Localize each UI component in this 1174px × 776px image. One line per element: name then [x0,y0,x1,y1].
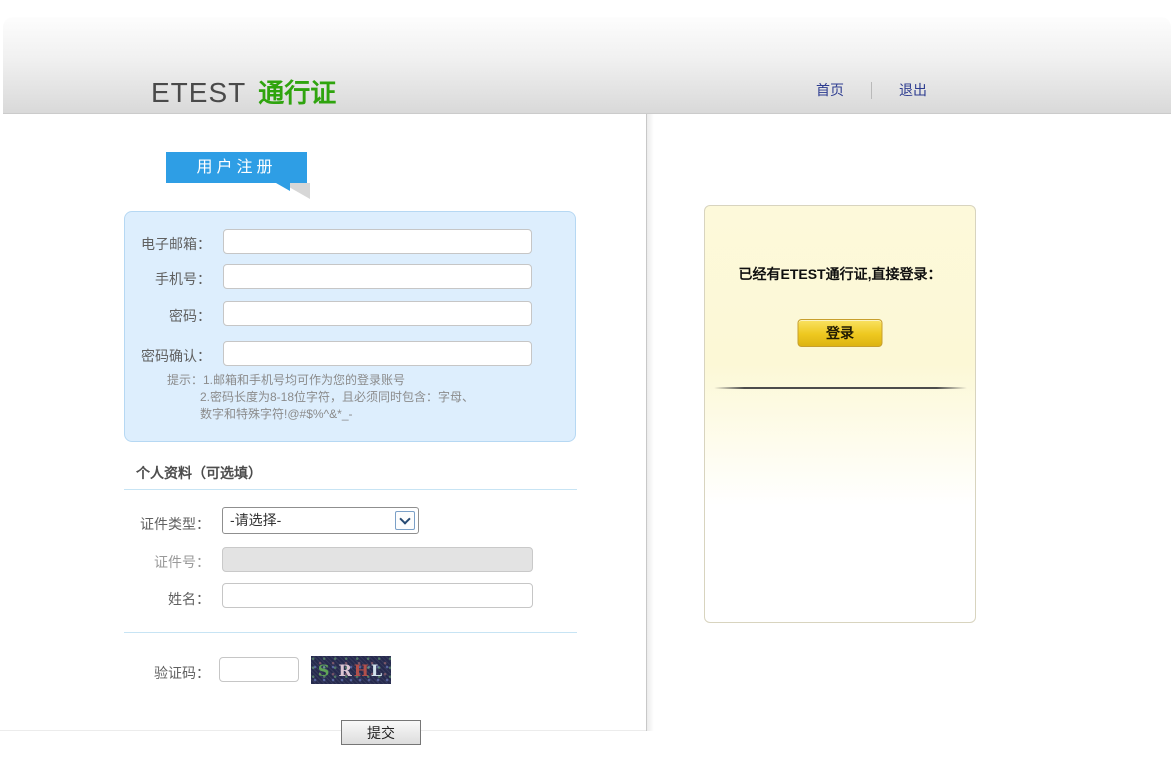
phone-input[interactable] [223,264,532,289]
register-tab-tail [276,183,290,191]
top-nav: 首页 退出 [816,80,927,100]
etest-registration-page: ETEST 通行证 首页 退出 用户注册 电子邮箱： 手机号： 密码： 密码确认… [0,0,1174,776]
register-tab: 用户注册 [166,152,307,183]
register-tab-label: 用户注册 [196,159,277,176]
captcha-label: 验证码： [154,665,210,681]
tips-line-1: 提示：1.邮箱和手机号均可作为您的登录账号 [167,373,406,387]
chevron-down-icon [395,511,415,530]
captcha-input[interactable] [219,657,299,682]
captcha-letter-2: R [338,660,354,680]
id-number-label: 证件号： [154,554,210,570]
login-button[interactable]: 登录 [797,319,883,347]
login-panel-divider [714,387,967,389]
email-input[interactable] [223,229,532,254]
personal-section-divider-top [124,489,577,490]
tips-line-3: 数字和特殊字符!@#$%^&*_- [200,407,353,421]
logo-pass-text: 通行证 [258,78,337,108]
column-divider [646,114,654,731]
id-type-selected-value: -请选择- [230,512,282,528]
tips-line-2: 2.密码长度为8-18位字符，且必须同时包含：字母、 [200,390,475,404]
captcha-image[interactable]: SRHL [311,656,391,684]
captcha-letter-3: H [353,660,371,680]
email-label: 电子邮箱： [141,236,211,252]
id-type-label: 证件类型： [140,516,210,532]
phone-label: 手机号： [155,271,211,287]
id-type-select[interactable]: -请选择- [222,507,419,534]
login-prompt: 已经有ETEST通行证,直接登录： [738,266,942,282]
nav-logout-link[interactable]: 退出 [899,80,927,100]
captcha-letter-4: L [370,660,385,680]
submit-button[interactable]: 提交 [341,720,421,745]
personal-info-heading: 个人资料（可选填） [136,465,262,481]
password-input[interactable] [223,301,532,326]
account-fields-panel: 电子邮箱： 手机号： 密码： 密码确认： 提示：1.邮箱和手机号均可作为您的登录… [124,211,576,442]
logo: ETEST 通行证 [151,73,336,110]
nav-separator [871,81,872,99]
nav-home-link[interactable]: 首页 [816,80,844,100]
password-confirm-label: 密码确认： [141,348,211,364]
header: ETEST 通行证 首页 退出 [3,17,1171,114]
id-number-input [222,547,533,572]
name-input[interactable] [222,583,533,608]
password-confirm-input[interactable] [223,341,532,366]
name-label: 姓名： [168,591,210,607]
personal-section-divider-bottom [124,632,577,633]
password-tips: 提示：1.邮箱和手机号均可作为您的登录账号 2.密码长度为8-18位字符，且必须… [167,372,474,423]
password-label: 密码： [169,308,211,324]
login-panel: 已经有ETEST通行证,直接登录： 登录 [704,205,976,623]
captcha-letter-1: S [317,660,332,680]
logo-etest-text: ETEST [151,77,247,108]
content-bottom-border [0,730,646,731]
